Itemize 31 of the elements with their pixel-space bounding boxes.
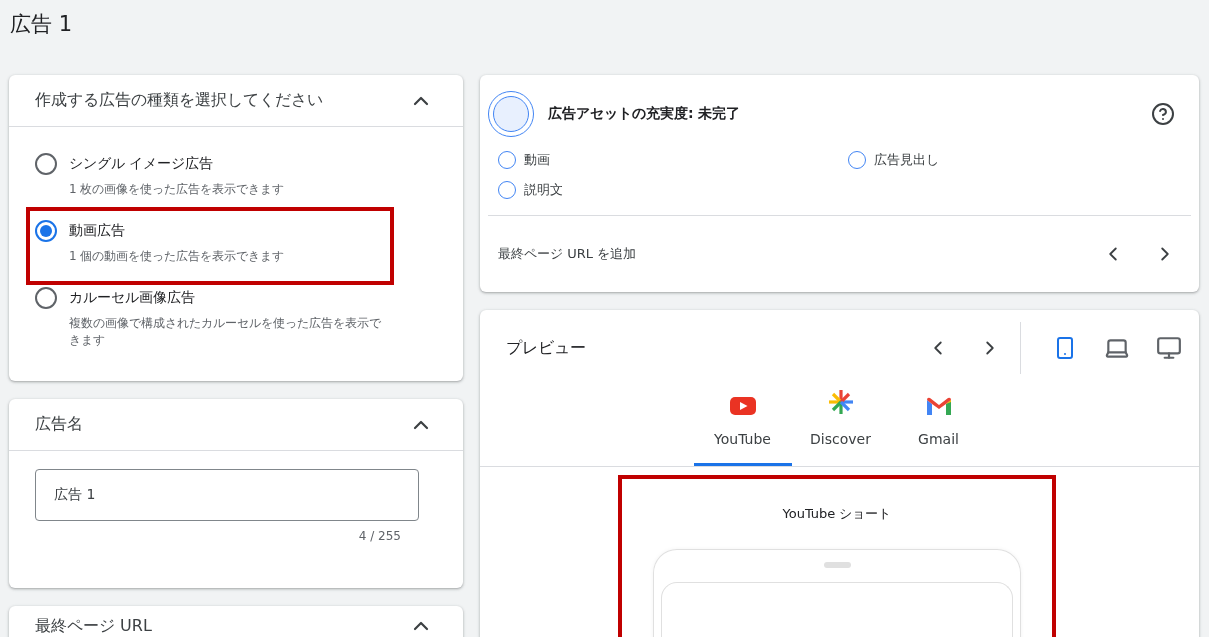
suggestion-text: 最終ページ URL を追加	[498, 245, 638, 263]
option-label: 動画広告	[69, 222, 126, 240]
checklist-label: 動画	[524, 151, 550, 169]
placement-tab[interactable]: Discover	[791, 378, 890, 466]
radio-button[interactable]	[35, 153, 57, 175]
checklist-label: 広告見出し	[874, 151, 939, 169]
card-title: 広告名	[35, 414, 83, 435]
preview-title: プレビュー	[506, 337, 587, 359]
card-title: 最終ページ URL	[35, 615, 152, 637]
help-icon	[1151, 102, 1175, 126]
option-description: 1 個の動画を使った広告を表示できます	[69, 248, 285, 265]
speaker-slot	[823, 562, 851, 568]
page-title: 広告 1	[9, 11, 74, 38]
option-description: 1 枚の画像を使った広告を表示できます	[69, 181, 285, 198]
ad-name-field[interactable]: 広告 1	[35, 469, 419, 521]
placement-tab[interactable]: YouTube	[693, 378, 792, 466]
strength-title: 広告アセットの充実度: 未完了	[548, 105, 742, 123]
option-label: カルーセル画像広告	[69, 289, 196, 307]
play-logo-icon	[729, 397, 756, 415]
envelope-logo-icon	[926, 397, 951, 415]
card-title: 作成する広告の種類を選択してください	[35, 90, 323, 111]
option-description: 複数の画像で構成されたカルーセルを使った広告を表示できます	[69, 315, 382, 349]
monitor-icon	[1156, 335, 1182, 361]
placement-tab[interactable]: Gmail	[889, 378, 988, 466]
format-label: YouTube ショート	[782, 505, 892, 523]
checklist-label: 説明文	[524, 181, 563, 199]
option-label: シングル イメージ広告	[69, 155, 215, 173]
asterisk-logo-icon	[827, 389, 854, 415]
character-counter: 4 / 255	[358, 529, 401, 543]
radio-button[interactable]	[35, 287, 57, 309]
radio-button[interactable]	[35, 220, 57, 242]
